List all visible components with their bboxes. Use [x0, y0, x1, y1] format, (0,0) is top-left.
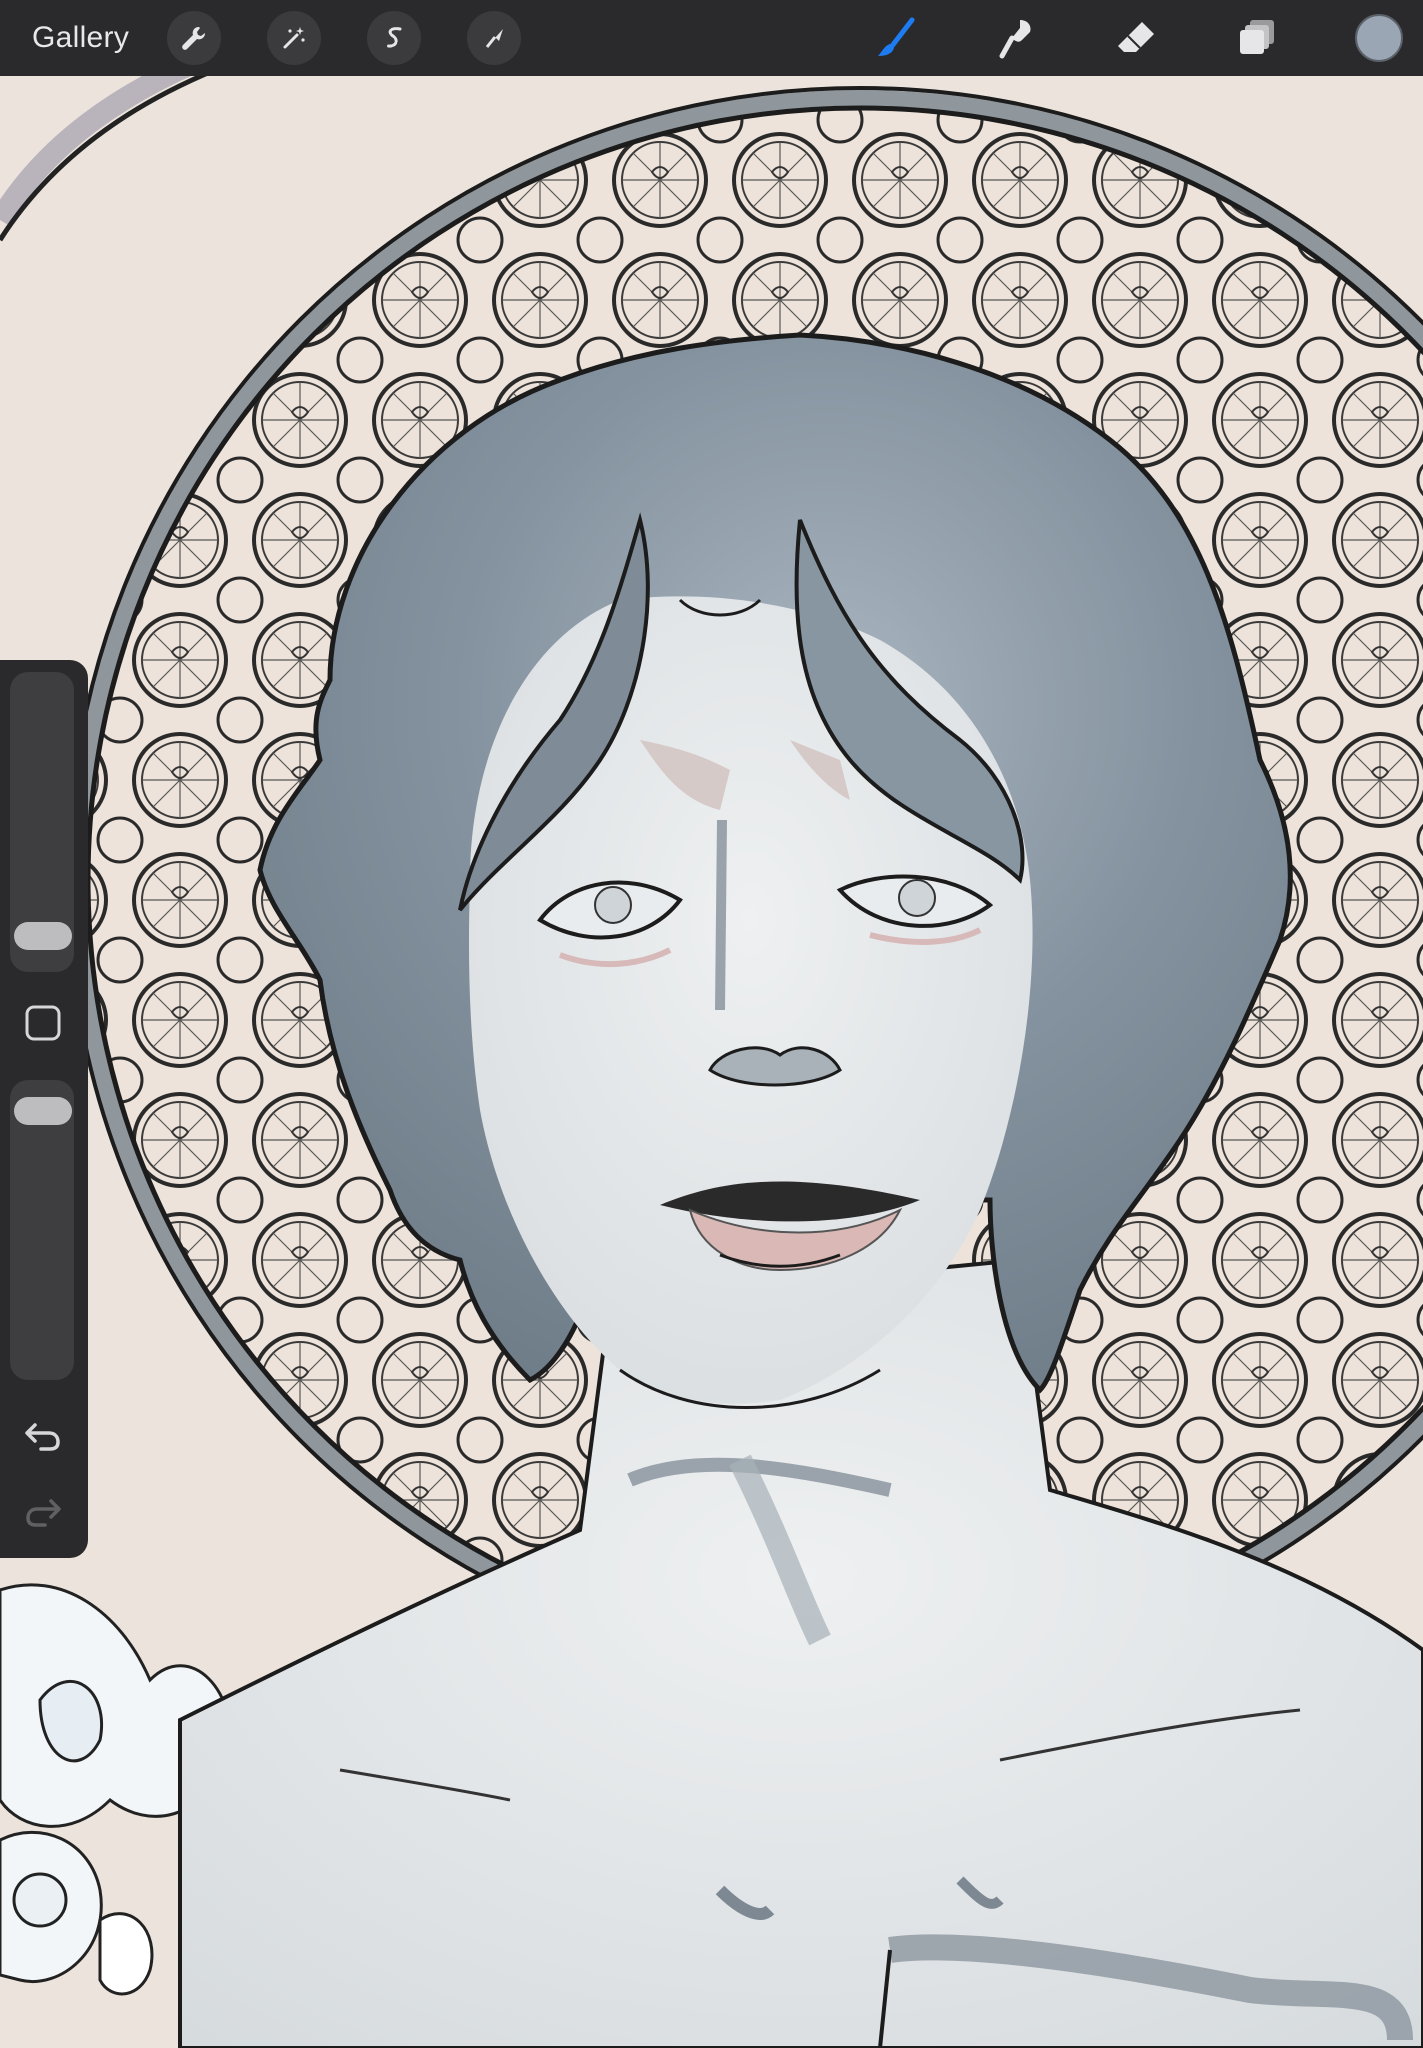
- redo-icon: [26, 1499, 61, 1527]
- color-picker-button[interactable]: [1355, 14, 1403, 62]
- undo-icon: [25, 1423, 60, 1451]
- selection-s-icon: [386, 27, 402, 48]
- selection-button[interactable]: [367, 11, 421, 65]
- top-toolbar: Gallery: [0, 0, 1423, 76]
- drawing-canvas[interactable]: [0, 0, 1423, 2048]
- redo-button[interactable]: [18, 1486, 68, 1536]
- brush-size-thumb[interactable]: [14, 921, 72, 950]
- arrow-cursor-icon: [485, 29, 503, 48]
- smudge-tool-button[interactable]: [990, 12, 1042, 64]
- adjustments-button[interactable]: [267, 11, 321, 65]
- left-sidebar: [0, 660, 88, 1558]
- square-modify-icon: [25, 1005, 61, 1041]
- actions-button[interactable]: [167, 11, 221, 65]
- brush-icon: [878, 17, 915, 56]
- gallery-button[interactable]: Gallery: [32, 18, 129, 58]
- eraser-tool-button[interactable]: [1110, 12, 1162, 64]
- layers-button[interactable]: [1232, 12, 1284, 64]
- brush-tool-button[interactable]: [870, 12, 922, 64]
- transform-button[interactable]: [467, 11, 521, 65]
- eraser-icon: [1118, 22, 1154, 52]
- magic-wand-icon: [283, 27, 305, 49]
- smudge-icon: [999, 20, 1031, 59]
- layers-icon: [1240, 20, 1274, 54]
- wrench-icon: [182, 26, 206, 50]
- undo-button[interactable]: [18, 1410, 68, 1460]
- brush-opacity-thumb[interactable]: [14, 1097, 72, 1126]
- modify-button[interactable]: [18, 998, 68, 1048]
